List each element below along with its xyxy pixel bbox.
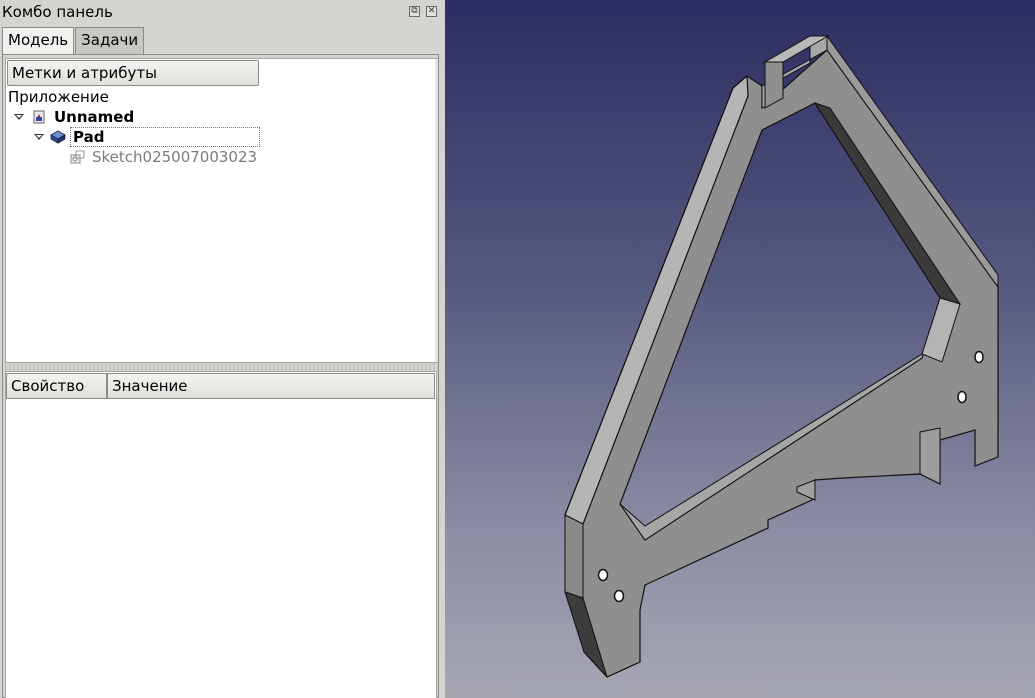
tree-header-labels[interactable]: Метки и атрибуты <box>7 60 259 86</box>
bracket-top-edge <box>564 74 749 525</box>
tree-item-label: Sketch025007003023 <box>92 148 258 166</box>
tab-bar: Модель Задачи <box>2 27 145 55</box>
right-leg-side <box>919 427 941 485</box>
hole <box>597 568 609 582</box>
bracket-left-side <box>564 514 584 599</box>
property-view[interactable]: Свойство Значение <box>5 371 437 698</box>
part-model[interactable] <box>445 0 1035 698</box>
combo-panel: Комбо панель ⧉ ✕ Модель Задачи Метки и а… <box>0 0 444 698</box>
expand-arrow-icon[interactable] <box>34 134 44 140</box>
tab-model[interactable]: Модель <box>2 27 75 55</box>
panel-splitter[interactable] <box>5 363 439 371</box>
hole <box>957 390 967 404</box>
tree-root-application: Приложение <box>8 88 109 106</box>
panel-resize-edge[interactable] <box>438 54 444 698</box>
pad-icon <box>50 130 66 144</box>
document-icon <box>33 110 45 124</box>
tree-view[interactable]: Метки и атрибуты Приложение Unnamed Pad … <box>5 58 439 363</box>
float-icon[interactable]: ⧉ <box>409 6 420 17</box>
column-property[interactable]: Свойство <box>6 373 107 399</box>
tab-tasks[interactable]: Задачи <box>75 27 145 54</box>
hole <box>613 589 625 603</box>
3d-viewport[interactable] <box>445 0 1035 698</box>
sketch-icon <box>70 150 85 164</box>
expand-arrow-icon[interactable] <box>14 114 24 120</box>
property-header: Свойство Значение <box>6 373 435 399</box>
tree-item-label: Pad <box>70 127 260 147</box>
combo-panel-title: Комбо панель <box>2 3 113 21</box>
tree-item-label: Unnamed <box>54 108 135 126</box>
hole <box>974 350 984 364</box>
column-value[interactable]: Значение <box>107 373 435 399</box>
close-icon[interactable]: ✕ <box>426 6 437 17</box>
model-tab-panel: Метки и атрибуты Приложение Unnamed Pad … <box>2 54 440 698</box>
freecad-window: Комбо панель ⧉ ✕ Модель Задачи Метки и а… <box>0 0 1035 698</box>
